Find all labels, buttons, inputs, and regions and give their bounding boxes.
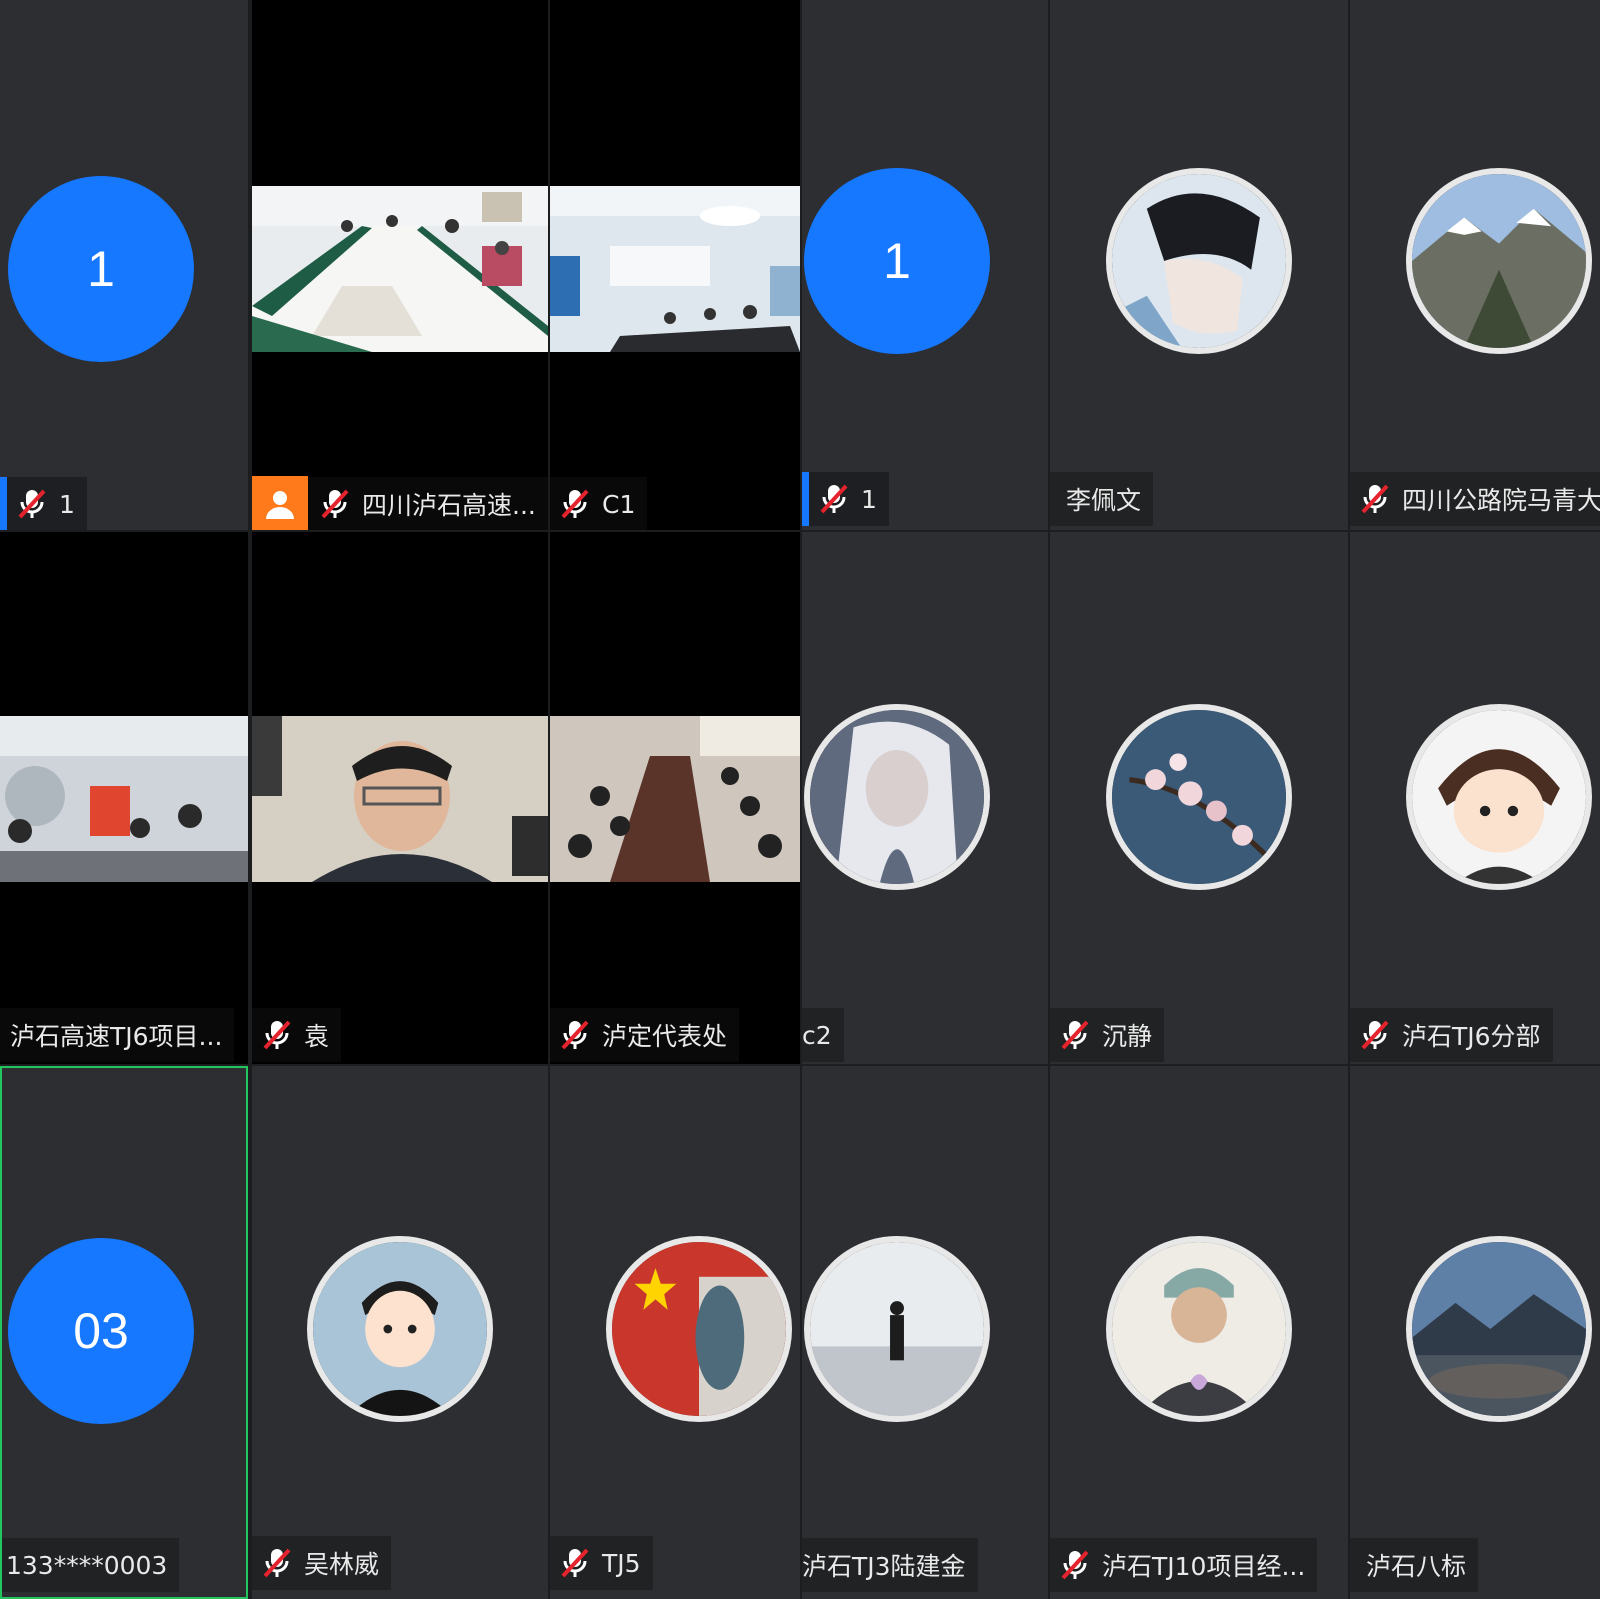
muted-mic-icon	[1360, 482, 1390, 516]
name-label: 四川泸石高速...	[252, 476, 548, 530]
video-tile[interactable]: C1	[550, 0, 800, 530]
participant-tile[interactable]: 泸石TJ3陆建金	[802, 1066, 1048, 1599]
muted-mic-icon	[560, 487, 590, 521]
video-feed	[550, 716, 800, 882]
participant-tile[interactable]: TJ5	[550, 1066, 800, 1599]
name-label: 沉静	[1050, 1008, 1165, 1062]
participant-name: 泸石TJ6分部	[1402, 1022, 1541, 1051]
participant-name: 四川泸石高速...	[362, 491, 536, 520]
video-feed	[550, 186, 800, 352]
participant-grid: 1 1 四川泸石高速... C1 1 1 李佩文 四川公路院马青大 泸石高速TJ…	[0, 0, 1600, 1599]
name-label: TJ5	[550, 1536, 653, 1590]
name-label: 泸定代表处	[550, 1008, 740, 1062]
participant-name: 133****0003	[6, 1550, 168, 1580]
muted-mic-icon	[560, 1546, 590, 1580]
video-tile[interactable]: 四川泸石高速...	[252, 0, 548, 530]
participant-tile[interactable]: 四川公路院马青大	[1350, 0, 1600, 530]
participant-name: 沉静	[1102, 1022, 1153, 1051]
participant-tile[interactable]: 1 1	[0, 0, 248, 530]
video-feed	[252, 186, 548, 352]
beanie-man-avatar-icon	[1106, 1236, 1292, 1422]
participant-name: TJ5	[602, 1548, 641, 1578]
participant-tile[interactable]: 李佩文	[1050, 0, 1348, 530]
snow-mountain-avatar-icon	[1406, 168, 1592, 354]
anime-boy-avatar-icon	[1106, 168, 1292, 354]
participant-name: 泸石高速TJ6项目...	[10, 1022, 223, 1051]
name-label: 泸石TJ10项目经...	[1050, 1538, 1318, 1592]
host-avatar-icon	[252, 476, 308, 530]
muted-mic-icon	[262, 1018, 292, 1052]
participant-tile[interactable]: 03 133****0003	[0, 1066, 248, 1599]
name-label: c2	[802, 1008, 844, 1062]
participant-name: 袁	[304, 1022, 330, 1051]
muted-mic-icon	[1360, 1018, 1390, 1052]
lake-mountain-avatar-icon	[1406, 1236, 1592, 1422]
participant-name: 泸石TJ3陆建金	[802, 1552, 966, 1581]
white-hair-girl-avatar-icon	[804, 704, 990, 890]
participant-name: 李佩文	[1066, 486, 1142, 515]
cartoon-man-avatar-icon	[307, 1236, 493, 1422]
name-label: 吴林威	[252, 1536, 392, 1590]
participant-name: 四川公路院马青大	[1402, 486, 1600, 515]
muted-mic-icon	[1060, 1548, 1090, 1582]
video-tile[interactable]: 袁	[252, 532, 548, 1064]
name-label: 泸石TJ6分部	[1350, 1008, 1553, 1062]
participant-name: 泸石TJ10项目经...	[1102, 1552, 1306, 1581]
participant-tile[interactable]: 沉静	[1050, 532, 1348, 1064]
participant-name: C1	[602, 489, 636, 519]
name-label: 133****0003	[2, 1538, 180, 1592]
name-label: 1	[0, 477, 87, 530]
participant-name: 1	[59, 489, 75, 519]
name-label: 1	[802, 472, 889, 526]
muted-mic-icon	[17, 487, 47, 521]
participant-name: 吴林威	[304, 1550, 380, 1579]
participant-name: 1	[861, 484, 877, 514]
video-tile[interactable]: 泸石高速TJ6项目...	[0, 532, 248, 1064]
cartoon-kid-avatar-icon	[1406, 704, 1592, 890]
participant-tile[interactable]: 1 1	[802, 0, 1048, 530]
participant-tile[interactable]: 泸石八标	[1350, 1066, 1600, 1599]
participant-tile[interactable]: c2	[802, 532, 1048, 1064]
name-label: 四川公路院马青大	[1350, 472, 1600, 526]
participant-name: c2	[802, 1020, 832, 1050]
participant-avatar: 03	[8, 1238, 194, 1424]
participant-avatar: 1	[8, 176, 194, 362]
muted-mic-icon	[262, 1546, 292, 1580]
participant-name: 泸定代表处	[602, 1022, 728, 1051]
participant-avatar: 1	[804, 168, 990, 354]
name-label: 泸石高速TJ6项目...	[0, 1008, 235, 1062]
flag-avatar-icon	[606, 1236, 792, 1422]
name-label: 袁	[252, 1008, 342, 1062]
muted-mic-icon	[819, 482, 849, 516]
name-label: 泸石TJ3陆建金	[802, 1538, 978, 1592]
lone-figure-avatar-icon	[804, 1236, 990, 1422]
muted-mic-icon	[320, 487, 350, 521]
participant-tile[interactable]: 泸石TJ10项目经...	[1050, 1066, 1348, 1599]
name-label: C1	[550, 477, 648, 530]
participant-name: 泸石八标	[1366, 1552, 1467, 1581]
video-feed	[0, 716, 248, 882]
muted-mic-icon	[560, 1018, 590, 1052]
participant-tile[interactable]: 吴林威	[252, 1066, 548, 1599]
video-feed	[252, 716, 548, 882]
muted-mic-icon	[1060, 1018, 1090, 1052]
blossom-branch-avatar-icon	[1106, 704, 1292, 890]
name-label: 李佩文	[1050, 472, 1154, 526]
video-tile[interactable]: 泸定代表处	[550, 532, 800, 1064]
participant-tile[interactable]: 泸石TJ6分部	[1350, 532, 1600, 1064]
name-label: 泸石八标	[1350, 1538, 1479, 1592]
